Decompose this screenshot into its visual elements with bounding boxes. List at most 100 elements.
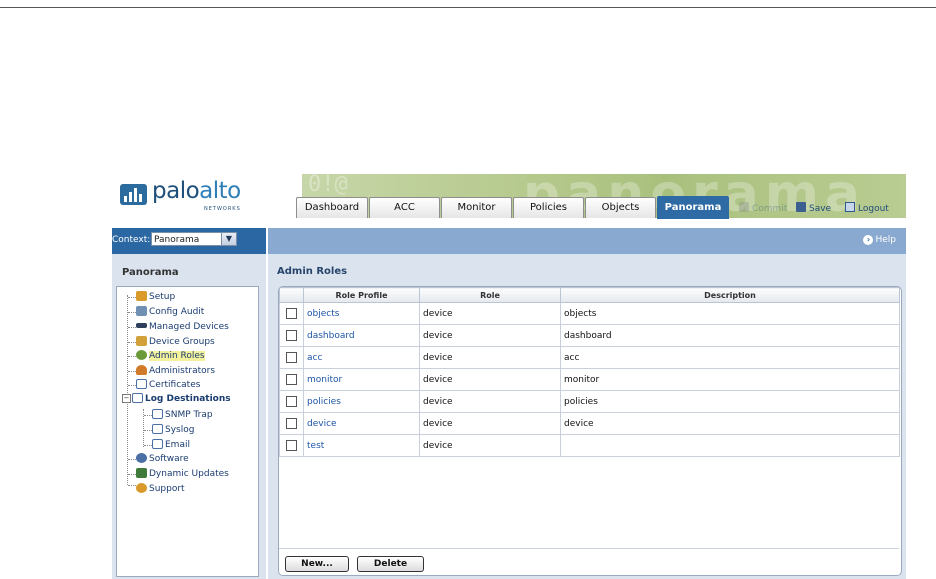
admin-roles-icon (136, 350, 147, 360)
sidebar-item-administrators[interactable]: Administrators (136, 364, 215, 378)
description-cell (560, 434, 900, 457)
setup-icon (136, 291, 147, 301)
support-icon (136, 483, 147, 493)
description-cell: monitor (560, 368, 900, 391)
role-cell: device (419, 302, 561, 325)
sidebar-item-certificates[interactable]: Certificates (136, 378, 200, 392)
row-checkbox[interactable] (286, 352, 297, 363)
commit-icon (739, 202, 749, 212)
new-button[interactable]: New... (285, 556, 349, 572)
admin-roles-table: Role Profile Role Description objects de… (278, 286, 902, 576)
table-row[interactable]: device device device (279, 412, 900, 435)
email-icon (152, 439, 163, 449)
chevron-down-icon[interactable]: ▼ (221, 233, 236, 245)
save-icon (796, 202, 806, 212)
context-select[interactable]: Panorama ▼ (151, 232, 237, 246)
role-cell: device (419, 324, 561, 347)
row-checkbox[interactable] (286, 374, 297, 385)
description-cell: policies (560, 390, 900, 413)
sidebar-item-software[interactable]: Software (136, 452, 189, 466)
column-header-role[interactable]: Role (419, 287, 561, 303)
help-link[interactable]: › Help (863, 235, 896, 245)
tab-objects[interactable]: Objects (585, 197, 656, 218)
row-checkbox[interactable] (286, 308, 297, 319)
sidebar-title: Panorama (122, 267, 179, 278)
tab-acc[interactable]: ACC (369, 197, 440, 218)
certificates-icon (136, 379, 147, 389)
description-cell: device (560, 412, 900, 435)
dynamic-updates-icon (136, 468, 147, 478)
row-checkbox[interactable] (286, 396, 297, 407)
table-row[interactable]: monitor device monitor (279, 368, 900, 391)
row-checkbox[interactable] (286, 330, 297, 341)
context-bar: Context: Panorama ▼ (112, 228, 266, 254)
context-value: Panorama (154, 235, 200, 245)
tab-policies[interactable]: Policies (513, 197, 584, 218)
help-bar: › Help (268, 228, 906, 254)
sidebar-item-device-groups[interactable]: Device Groups (136, 335, 215, 349)
role-profile-link[interactable]: policies (307, 397, 341, 407)
logout-button[interactable]: Logout (845, 202, 889, 214)
delete-button[interactable]: Delete (357, 556, 424, 572)
description-cell: dashboard (560, 324, 900, 347)
page-title: Admin Roles (277, 266, 348, 277)
select-column-header (279, 287, 304, 303)
logo-subtext: NETWORKS (204, 206, 241, 212)
tab-panorama[interactable]: Panorama (657, 196, 729, 219)
logo-text: paloalto (152, 178, 241, 204)
tab-monitor[interactable]: Monitor (441, 197, 512, 218)
main-panel: Admin Roles Role Profile Role Descriptio… (268, 254, 906, 579)
software-icon (136, 453, 147, 463)
sidebar-item-support[interactable]: Support (136, 482, 185, 496)
role-cell: device (419, 346, 561, 369)
sidebar-item-setup[interactable]: Setup (136, 290, 175, 304)
log-destinations-icon (132, 393, 143, 403)
administrators-icon (136, 365, 147, 375)
commit-button[interactable]: Commit (739, 202, 787, 214)
sidebar-item-admin-roles[interactable]: Admin Roles (136, 349, 205, 363)
config-audit-icon (136, 306, 147, 316)
column-header-role-profile[interactable]: Role Profile (303, 287, 420, 303)
role-profile-link[interactable]: objects (307, 309, 339, 319)
sidebar-item-log-destinations[interactable]: Log Destinations (132, 392, 231, 406)
table-button-bar: New... Delete (279, 548, 899, 575)
table-row[interactable]: objects device objects (279, 302, 900, 325)
logo-mark-icon (120, 184, 147, 205)
collapse-icon[interactable]: − (122, 394, 131, 403)
column-header-description[interactable]: Description (560, 287, 900, 303)
syslog-icon (152, 424, 163, 434)
role-cell: device (419, 434, 561, 457)
role-cell: device (419, 390, 561, 413)
device-groups-icon (136, 336, 147, 346)
help-icon: › (863, 235, 874, 245)
save-button[interactable]: Save (796, 202, 831, 214)
sidebar-item-email[interactable]: Email (152, 438, 190, 452)
sidebar-item-managed-devices[interactable]: Managed Devices (136, 320, 229, 334)
table-row[interactable]: policies device policies (279, 390, 900, 413)
description-cell: objects (560, 302, 900, 325)
logout-icon (845, 202, 855, 212)
role-cell: device (419, 368, 561, 391)
role-profile-link[interactable]: device (307, 419, 337, 429)
context-label: Context: (112, 235, 151, 245)
role-profile-link[interactable]: monitor (307, 375, 342, 385)
sidebar-item-dynamic-updates[interactable]: Dynamic Updates (136, 467, 229, 481)
table-row[interactable]: acc device acc (279, 346, 900, 369)
table-row[interactable]: dashboard device dashboard (279, 324, 900, 347)
snmp-trap-icon (152, 409, 163, 419)
sidebar-item-snmp-trap[interactable]: SNMP Trap (152, 408, 213, 422)
navigation-tree: − Setup Config Audit Managed Devices Dev… (116, 286, 259, 577)
page-top-rule (0, 7, 936, 8)
sidebar: Panorama − Setup Config Audit Managed De… (112, 254, 266, 579)
role-profile-link[interactable]: acc (307, 353, 322, 363)
sidebar-item-config-audit[interactable]: Config Audit (136, 305, 204, 319)
table-header-row: Role Profile Role Description (279, 287, 900, 303)
role-profile-link[interactable]: test (307, 441, 324, 451)
sidebar-item-syslog[interactable]: Syslog (152, 423, 194, 437)
row-checkbox[interactable] (286, 418, 297, 429)
role-profile-link[interactable]: dashboard (307, 331, 355, 341)
tab-dashboard[interactable]: Dashboard (296, 197, 368, 218)
table-row[interactable]: test device (279, 434, 900, 457)
managed-devices-icon (136, 323, 147, 328)
row-checkbox[interactable] (286, 440, 297, 451)
